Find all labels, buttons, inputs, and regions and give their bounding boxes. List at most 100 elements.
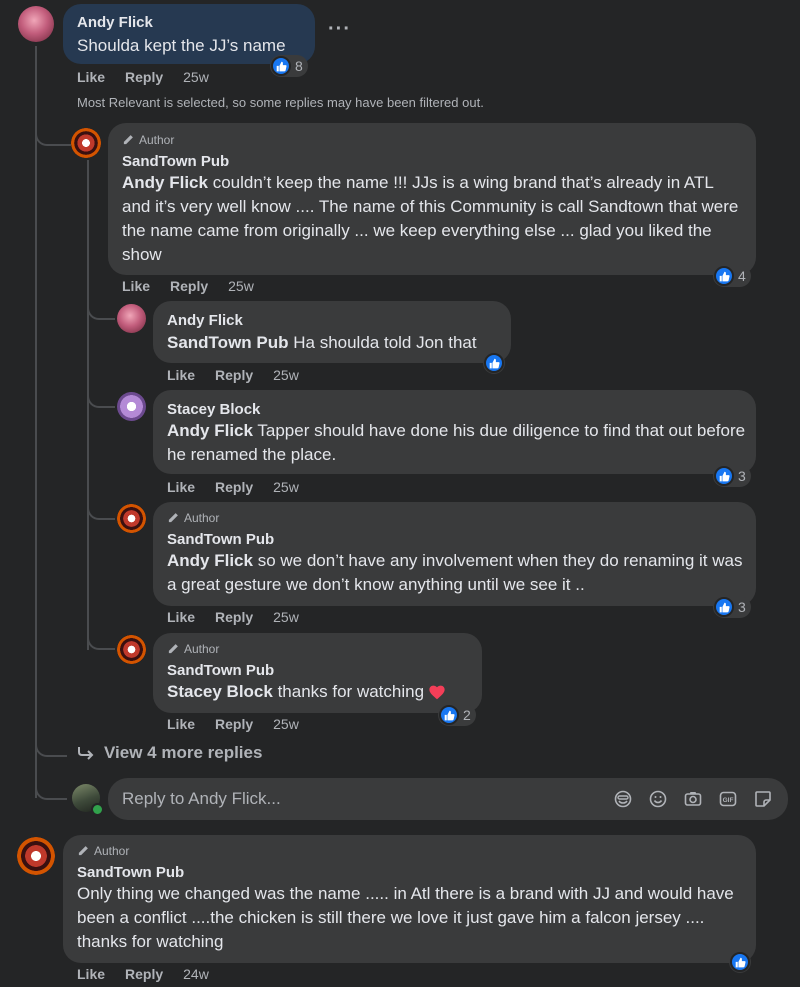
comment-bubble: Author SandTown Pub Only thing we change… bbox=[63, 835, 756, 963]
like-button[interactable]: Like bbox=[167, 716, 195, 732]
comment-text: Only thing we changed was the name .....… bbox=[77, 884, 734, 951]
pencil-icon bbox=[78, 846, 88, 856]
comment-bubble: Andy Flick SandTown Pub Ha shoulda told … bbox=[153, 301, 511, 363]
avatar[interactable] bbox=[17, 837, 55, 875]
timestamp[interactable]: 25w bbox=[228, 278, 254, 294]
comment-actions: Like Reply 25w bbox=[77, 69, 209, 85]
comment-bubble: Author SandTown Pub Andy Flick so we don… bbox=[153, 502, 756, 606]
reply-button[interactable]: Reply bbox=[170, 278, 208, 294]
reaction-count[interactable]: 8 bbox=[270, 55, 308, 77]
comment-body: Ha shoulda told Jon that bbox=[288, 333, 477, 352]
timestamp[interactable]: 25w bbox=[273, 716, 299, 732]
comment-author-name[interactable]: SandTown Pub bbox=[122, 153, 229, 170]
comment-body: couldn’t keep the name !!! JJs is a wing… bbox=[122, 173, 739, 264]
reply-button[interactable]: Reply bbox=[215, 609, 253, 625]
author-badge-label: Author bbox=[139, 133, 175, 147]
mention-link[interactable]: SandTown Pub bbox=[167, 333, 289, 352]
author-badge: Author bbox=[77, 844, 129, 858]
reaction-count[interactable]: 4 bbox=[713, 265, 751, 287]
reply-button[interactable]: Reply bbox=[215, 716, 253, 732]
comment-bubble: Stacey Block Andy Flick Tapper should ha… bbox=[153, 390, 756, 474]
comment-body: so we don’t have any involvement when th… bbox=[167, 551, 743, 594]
avatar[interactable] bbox=[117, 392, 146, 421]
like-button[interactable]: Like bbox=[167, 609, 195, 625]
thread-connector bbox=[87, 300, 115, 320]
comment-author-name[interactable]: Andy Flick bbox=[77, 14, 153, 31]
reply-input[interactable] bbox=[108, 788, 612, 810]
comment-author-name[interactable]: Stacey Block bbox=[167, 401, 260, 418]
like-button[interactable]: Like bbox=[167, 367, 195, 383]
timestamp[interactable]: 25w bbox=[273, 479, 299, 495]
gif-icon[interactable]: GIF bbox=[717, 788, 739, 810]
camera-icon[interactable] bbox=[682, 788, 704, 810]
reply-arrow-icon bbox=[78, 747, 94, 760]
mention-link[interactable]: Andy Flick bbox=[167, 551, 253, 570]
avatar[interactable] bbox=[117, 304, 146, 333]
reaction-count[interactable]: 2 bbox=[438, 704, 476, 726]
comment-actions: Like Reply 25w bbox=[167, 609, 299, 625]
comment-bubble: Author SandTown Pub Andy Flick couldn’t … bbox=[108, 123, 756, 275]
composer-tools: GIF bbox=[612, 788, 788, 810]
emoji-icon[interactable] bbox=[647, 788, 669, 810]
comment-author-name[interactable]: Andy Flick bbox=[167, 312, 243, 329]
reaction-count[interactable]: 3 bbox=[713, 465, 751, 487]
reply-button[interactable]: Reply bbox=[215, 367, 253, 383]
thread-connector bbox=[35, 788, 67, 800]
svg-text:GIF: GIF bbox=[723, 797, 734, 804]
view-more-replies-button[interactable]: View 4 more replies bbox=[78, 743, 262, 763]
thread-line bbox=[35, 46, 37, 798]
pencil-icon bbox=[123, 135, 133, 145]
author-badge: Author bbox=[167, 511, 219, 525]
author-badge-label: Author bbox=[184, 642, 220, 656]
timestamp[interactable]: 25w bbox=[183, 69, 209, 85]
comment-author-name[interactable]: SandTown Pub bbox=[167, 662, 274, 679]
reaction-count-text: 8 bbox=[295, 58, 303, 74]
like-reaction-icon bbox=[730, 952, 750, 972]
like-reaction-icon bbox=[714, 266, 734, 286]
comment-actions: Like Reply 25w bbox=[122, 278, 254, 294]
comment-text: Stacey Block thanks for watching bbox=[167, 680, 446, 704]
reaction-count-text: 3 bbox=[738, 599, 746, 615]
reply-button[interactable]: Reply bbox=[125, 69, 163, 85]
reaction-count-text: 2 bbox=[463, 707, 471, 723]
timestamp[interactable]: 25w bbox=[273, 367, 299, 383]
reply-button[interactable]: Reply bbox=[215, 479, 253, 495]
mention-link[interactable]: Andy Flick bbox=[167, 421, 253, 440]
reaction-count[interactable] bbox=[729, 951, 751, 973]
mention-link[interactable]: Andy Flick bbox=[122, 173, 208, 192]
comment-author-name[interactable]: SandTown Pub bbox=[77, 864, 184, 881]
author-badge: Author bbox=[167, 642, 219, 656]
like-button[interactable]: Like bbox=[167, 479, 195, 495]
avatar[interactable] bbox=[117, 635, 146, 664]
like-button[interactable]: Like bbox=[77, 966, 105, 982]
like-button[interactable]: Like bbox=[122, 278, 150, 294]
comment-text: Andy Flick Tapper should have done his d… bbox=[167, 419, 752, 467]
author-badge: Author bbox=[122, 133, 174, 147]
reaction-count[interactable] bbox=[483, 352, 505, 374]
comment-actions: Like Reply 25w bbox=[167, 479, 299, 495]
avatar[interactable] bbox=[117, 504, 146, 533]
comment-bubble: Author SandTown Pub Stacey Block thanks … bbox=[153, 633, 482, 713]
reaction-count[interactable]: 3 bbox=[713, 596, 751, 618]
view-more-replies-label: View 4 more replies bbox=[104, 743, 263, 762]
comment-actions: Like Reply 25w bbox=[167, 367, 299, 383]
more-options-icon[interactable]: ··· bbox=[328, 18, 351, 41]
avatar[interactable] bbox=[18, 6, 54, 42]
reply-composer: GIF bbox=[108, 778, 788, 820]
comment-actions: Like Reply 24w bbox=[77, 966, 209, 982]
comment-author-name[interactable]: SandTown Pub bbox=[167, 531, 274, 548]
reply-button[interactable]: Reply bbox=[125, 966, 163, 982]
mention-link[interactable]: Stacey Block bbox=[167, 682, 273, 701]
timestamp[interactable]: 25w bbox=[273, 609, 299, 625]
reaction-count-text: 3 bbox=[738, 468, 746, 484]
comment-text: Andy Flick so we don’t have any involvem… bbox=[167, 549, 752, 597]
comment-body: Tapper should have done his due diligenc… bbox=[167, 421, 746, 464]
timestamp[interactable]: 24w bbox=[183, 966, 209, 982]
thread-connector bbox=[35, 745, 67, 757]
thread-connector bbox=[35, 120, 71, 146]
avatar[interactable] bbox=[71, 128, 101, 158]
sticker-face-icon[interactable] bbox=[612, 788, 634, 810]
online-status-indicator bbox=[91, 803, 104, 816]
sticker-icon[interactable] bbox=[752, 788, 774, 810]
like-button[interactable]: Like bbox=[77, 69, 105, 85]
